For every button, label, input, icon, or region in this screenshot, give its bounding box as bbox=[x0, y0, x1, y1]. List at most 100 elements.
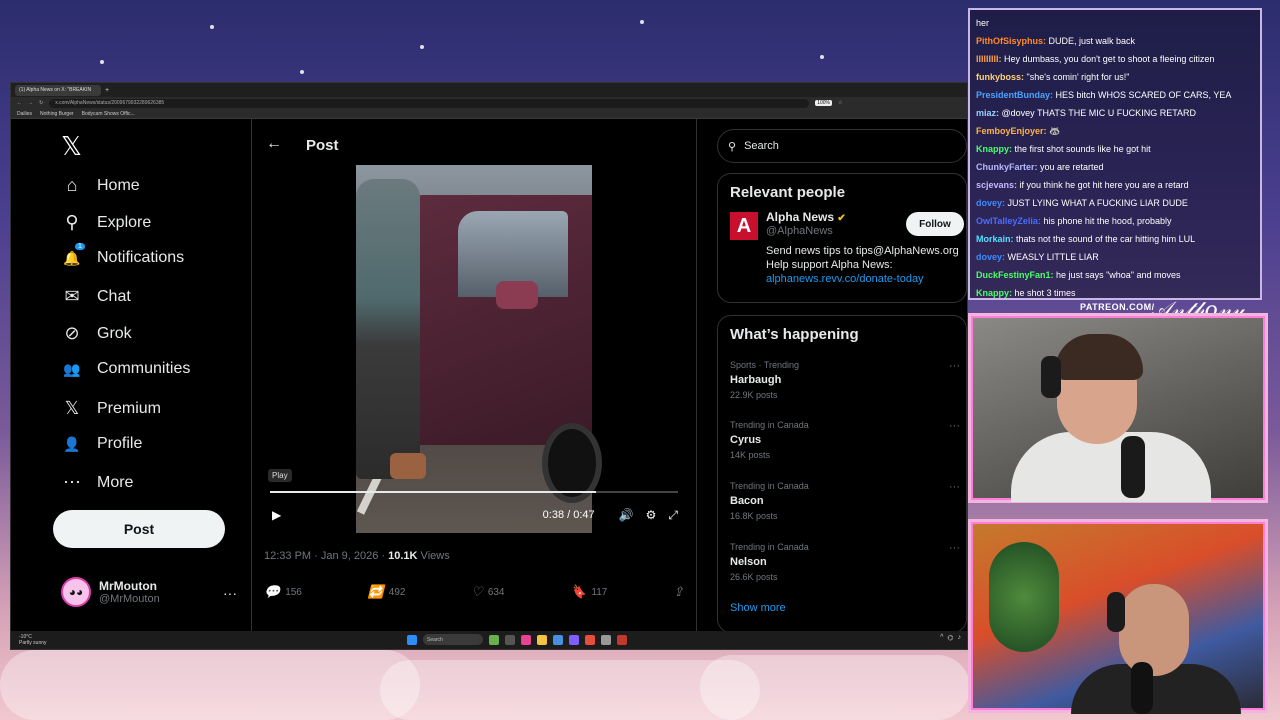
chat-username[interactable]: DuckFestinyFan1: bbox=[976, 270, 1054, 280]
settings-gear-icon[interactable]: ⚙ bbox=[646, 508, 657, 522]
star-icon[interactable]: ☆ bbox=[838, 100, 842, 106]
nav-premium[interactable]: 𝕏 Premium bbox=[61, 398, 161, 419]
bookmark-item[interactable]: Nothing Burger bbox=[40, 111, 74, 117]
search-icon: ⚲ bbox=[65, 212, 79, 232]
account-switcher[interactable]: ◕◕ MrMouton @MrMouton bbox=[61, 577, 160, 607]
post-timestamp[interactable]: 12:33 PM · Jan 9, 2026 · bbox=[264, 550, 388, 562]
share-button[interactable]: ⇪ bbox=[673, 584, 684, 600]
truck-mirror bbox=[496, 281, 538, 309]
fullscreen-icon[interactable]: ⤢ bbox=[668, 508, 678, 523]
app-icon[interactable] bbox=[617, 634, 627, 645]
taskbar-search[interactable]: Search bbox=[423, 634, 483, 645]
reply-button[interactable]: 💬 156 bbox=[264, 584, 302, 600]
repost-button[interactable]: 🔁 492 bbox=[368, 584, 406, 600]
bookmark-button[interactable]: 🔖 117 bbox=[570, 584, 607, 600]
trend-item[interactable]: Trending in Canada Cyrus 14K posts ··· bbox=[730, 420, 960, 460]
play-icon[interactable]: ▶ bbox=[272, 508, 281, 522]
app-icon[interactable] bbox=[569, 634, 579, 645]
back-arrow-icon[interactable]: ← bbox=[266, 135, 282, 153]
chat-username[interactable]: FemboyEnjoyer: bbox=[976, 126, 1047, 136]
chat-username[interactable]: PithOfSisyphus: bbox=[976, 36, 1046, 46]
chat-text: the first shot sounds like he got hit bbox=[1014, 144, 1151, 154]
nav-chat[interactable]: ✉ Chat bbox=[61, 286, 130, 307]
chat-username[interactable]: Morkain: bbox=[976, 234, 1014, 244]
nav-notifications[interactable]: 🔔 Notifications 1 bbox=[61, 243, 184, 267]
file-explorer-icon[interactable] bbox=[537, 634, 547, 645]
search-input[interactable]: ⚲ Search bbox=[717, 129, 967, 163]
chat-username[interactable]: scjevans: bbox=[976, 180, 1017, 190]
browser-tab[interactable]: (1) Alpha News on X: "BREAKIN bbox=[15, 84, 101, 96]
zoom-indicator[interactable]: 100% bbox=[815, 100, 832, 106]
bookmark-item[interactable]: Dailies bbox=[17, 111, 32, 117]
chat-username[interactable]: dovey: bbox=[976, 198, 1005, 208]
nav-grok[interactable]: ⊘ Grok bbox=[61, 323, 131, 344]
chat-username[interactable]: funkyboss: bbox=[976, 72, 1024, 82]
nav-home[interactable]: ⌂ Home bbox=[61, 175, 140, 196]
nav-more[interactable]: ⋯ More bbox=[61, 472, 133, 493]
app-icon[interactable] bbox=[521, 634, 531, 645]
chat-text: her bbox=[976, 18, 990, 28]
video-progress-fill bbox=[270, 491, 597, 493]
video-player[interactable]: Play ▶ 0:38 / 0:47 🔊 ⚙ ⤢ bbox=[264, 157, 684, 533]
address-bar-row: ← → ↻ x.com/AlphaNews/status/20096799322… bbox=[11, 97, 967, 109]
patreon-text: PATREON.COM/ bbox=[1080, 302, 1155, 312]
volume-icon[interactable]: 🔊 bbox=[619, 508, 634, 522]
post-button[interactable]: Post bbox=[53, 510, 225, 548]
like-button[interactable]: ♡ 634 bbox=[471, 584, 504, 600]
app-icon[interactable] bbox=[553, 634, 563, 645]
new-tab-button[interactable]: + bbox=[105, 87, 109, 94]
forward-arrow-icon[interactable]: → bbox=[28, 100, 33, 106]
chat-username[interactable]: IIIIIIIII: bbox=[976, 54, 1002, 64]
network-icon[interactable]: ⌬ bbox=[947, 634, 953, 642]
account-more-icon[interactable]: ··· bbox=[223, 585, 237, 601]
back-arrow-icon[interactable]: ← bbox=[17, 100, 22, 106]
repost-icon: 🔁 bbox=[367, 584, 384, 599]
more-circle-icon: ⋯ bbox=[63, 472, 81, 492]
system-tray[interactable]: ^ ⌬ ♪ bbox=[940, 634, 961, 642]
windows-start-icon[interactable] bbox=[407, 634, 417, 645]
chat-message: her bbox=[976, 14, 1254, 32]
chat-username[interactable]: Knappy: bbox=[976, 288, 1012, 298]
tray-chevron-icon[interactable]: ^ bbox=[940, 634, 943, 642]
bookmark-item[interactable]: Bodycam Shows Offic... bbox=[82, 111, 135, 117]
weather-widget[interactable]: -10°C Partly sunny bbox=[19, 634, 47, 646]
chat-username[interactable]: dovey: bbox=[976, 252, 1005, 262]
trend-item[interactable]: Trending in Canada Bacon 16.8K posts ··· bbox=[730, 481, 960, 521]
trend-more-icon[interactable]: ··· bbox=[949, 481, 960, 493]
nav-explore[interactable]: ⚲ Explore bbox=[61, 212, 151, 233]
truck-image bbox=[396, 195, 592, 445]
url-field[interactable]: x.com/AlphaNews/status/20096799322896263… bbox=[49, 98, 810, 108]
trend-more-icon[interactable]: ··· bbox=[949, 420, 960, 432]
video-progress-bar[interactable] bbox=[270, 491, 678, 493]
chat-username[interactable]: PresidentBunday: bbox=[976, 90, 1053, 100]
chrome-icon[interactable] bbox=[585, 634, 595, 645]
chat-username[interactable]: ChunkyFarter: bbox=[976, 162, 1038, 172]
app-icon[interactable] bbox=[489, 634, 499, 645]
trend-more-icon[interactable]: ··· bbox=[949, 542, 960, 554]
app-icon[interactable] bbox=[601, 634, 611, 645]
trend-name: Bacon bbox=[730, 495, 764, 507]
app-icon[interactable] bbox=[505, 634, 515, 645]
nav-communities[interactable]: 👥 Communities bbox=[61, 360, 190, 378]
nav-profile[interactable]: 👤 Profile bbox=[61, 435, 142, 453]
bio-link[interactable]: alphanews.revv.co/donate-today bbox=[766, 272, 966, 286]
reload-icon[interactable]: ↻ bbox=[39, 100, 43, 106]
chat-username[interactable]: OwlTalleyZelia: bbox=[976, 216, 1041, 226]
like-count: 634 bbox=[487, 586, 505, 598]
volume-icon[interactable]: ♪ bbox=[958, 634, 962, 642]
left-navigation: 𝕏 ⌂ Home ⚲ Explore 🔔 Notifications 1 ✉ Chat ⊘… bbox=[11, 119, 251, 631]
trend-item[interactable]: Sports · Trending Harbaugh 22.9K posts ··· bbox=[730, 360, 960, 400]
trend-more-icon[interactable]: ··· bbox=[949, 360, 960, 372]
windows-taskbar: -10°C Partly sunny Search ^ ⌬ ♪ bbox=[11, 631, 967, 649]
chat-username[interactable]: Knappy: bbox=[976, 144, 1012, 154]
chat-username[interactable]: miaz: bbox=[976, 108, 999, 118]
trend-item[interactable]: Trending in Canada Nelson 26.6K posts ··· bbox=[730, 542, 960, 582]
x-logo-icon[interactable]: 𝕏 bbox=[61, 131, 82, 162]
home-icon: ⌂ bbox=[66, 175, 78, 195]
show-more-link[interactable]: Show more bbox=[730, 602, 786, 614]
account-name: MrMouton bbox=[99, 579, 157, 593]
chat-message: PresidentBunday: HES bitch WHOS SCARED O… bbox=[976, 86, 1254, 104]
follow-button[interactable]: Follow bbox=[906, 212, 964, 236]
bell-icon: 🔔 bbox=[63, 249, 81, 266]
people-icon: 👥 bbox=[63, 360, 81, 377]
